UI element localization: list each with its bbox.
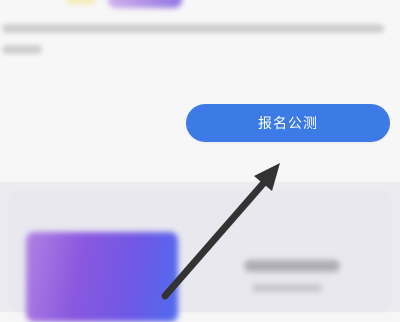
blurred-game-subtitle xyxy=(252,284,322,292)
blurred-text-line xyxy=(2,45,42,54)
blurred-text-line xyxy=(2,24,384,33)
blurred-game-title xyxy=(244,260,340,272)
blurred-badge xyxy=(66,0,96,4)
blurred-game-thumbnail[interactable] xyxy=(26,232,178,322)
game-info-card: 报名公测 xyxy=(0,0,400,175)
blurred-thumbnail-top xyxy=(108,0,182,8)
signup-beta-button[interactable]: 报名公测 xyxy=(186,104,390,142)
blurred-description xyxy=(2,24,392,66)
